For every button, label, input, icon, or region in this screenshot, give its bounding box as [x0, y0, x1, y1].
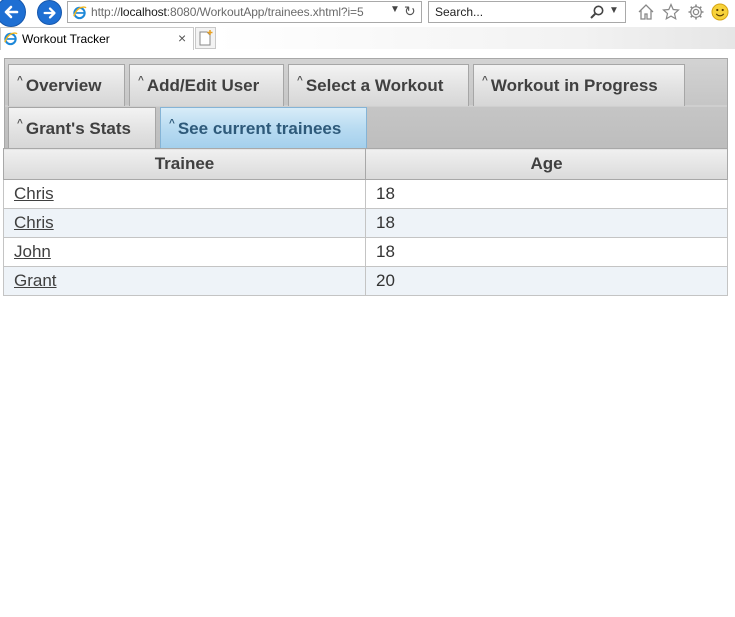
refresh-icon[interactable]: ↻ — [404, 3, 416, 20]
favorites-star-icon[interactable] — [661, 2, 681, 22]
table-row: Chris 18 — [3, 208, 728, 238]
tab-overview[interactable]: ^ Overview — [8, 64, 125, 106]
home-icon[interactable] — [636, 2, 656, 22]
browser-tab-title: Workout Tracker — [22, 32, 110, 46]
url-prefix: http:// — [91, 5, 121, 19]
dropdown-icon[interactable]: ▼ — [390, 4, 400, 15]
table-row: Grant 20 — [3, 266, 728, 296]
trainee-link[interactable]: Chris — [14, 184, 54, 203]
trainee-cell: Chris — [3, 208, 366, 238]
tab-grants-stats[interactable]: ^ Grant's Stats — [8, 107, 156, 149]
search-box[interactable]: Search... ▼ — [428, 1, 626, 23]
search-dropdown-icon[interactable]: ▼ — [609, 5, 619, 16]
settings-gear-icon[interactable] — [686, 2, 706, 22]
browser-toolbar: http://localhost:8080/WorkoutApp/trainee… — [0, 0, 735, 27]
new-tab-icon — [199, 30, 213, 46]
tab-label: See current trainees — [177, 118, 342, 138]
caret-icon: ^ — [138, 75, 144, 86]
smiley-feedback-icon[interactable] — [710, 2, 730, 22]
forward-arrow-icon — [43, 6, 56, 19]
back-arrow-icon — [4, 5, 19, 19]
caret-icon: ^ — [169, 118, 175, 129]
close-icon[interactable]: × — [178, 30, 186, 46]
tab-workout-in-progress[interactable]: ^ Workout in Progress — [473, 64, 685, 106]
search-icon[interactable] — [589, 4, 605, 20]
age-cell: 20 — [365, 266, 728, 296]
browser-tab[interactable]: Workout Tracker × — [0, 27, 194, 50]
tab-select-workout[interactable]: ^ Select a Workout — [288, 64, 469, 106]
trainee-cell: Chris — [3, 179, 366, 209]
age-cell: 18 — [365, 179, 728, 209]
table-header-row: Trainee Age — [3, 148, 728, 180]
trainee-cell: John — [3, 237, 366, 267]
caret-icon: ^ — [482, 75, 488, 86]
url-text[interactable]: http://localhost:8080/WorkoutApp/trainee… — [91, 5, 364, 19]
tab-label: Select a Workout — [305, 75, 444, 95]
search-placeholder: Search... — [435, 5, 484, 19]
forward-button[interactable] — [37, 0, 62, 25]
caret-icon: ^ — [297, 75, 303, 86]
tab-label: Add/Edit User — [146, 75, 260, 95]
age-cell: 18 — [365, 237, 728, 267]
column-header-trainee[interactable]: Trainee — [3, 148, 366, 180]
tab-add-edit-user[interactable]: ^ Add/Edit User — [129, 64, 284, 106]
tab-see-current-trainees[interactable]: ^ See current trainees — [160, 107, 367, 149]
tabstrip-background — [216, 27, 735, 49]
new-tab-button[interactable] — [195, 27, 216, 49]
tab-label: Grant's Stats — [25, 118, 131, 138]
ie-logo-icon — [73, 6, 87, 20]
age-cell: 18 — [365, 208, 728, 238]
ie-logo-icon — [4, 32, 18, 46]
tab-label: Overview — [25, 75, 102, 95]
caret-icon: ^ — [17, 75, 23, 86]
table-row: Chris 18 — [3, 179, 728, 209]
trainee-link[interactable]: Grant — [14, 271, 57, 290]
trainee-link[interactable]: John — [14, 242, 51, 261]
trainees-table: Trainee Age Chris 18 Chris 18 John 18 Gr… — [3, 148, 728, 296]
table-row: John 18 — [3, 237, 728, 267]
caret-icon: ^ — [17, 118, 23, 129]
back-button[interactable] — [0, 0, 26, 27]
address-bar[interactable]: http://localhost:8080/WorkoutApp/trainee… — [67, 1, 422, 23]
url-rest: :8080/WorkoutApp/trainees.xhtml?i=5 — [166, 5, 364, 19]
url-host: localhost — [120, 5, 167, 19]
tab-label: Workout in Progress — [490, 75, 658, 95]
trainee-link[interactable]: Chris — [14, 213, 54, 232]
column-header-age[interactable]: Age — [365, 148, 728, 180]
trainee-cell: Grant — [3, 266, 366, 296]
app-tabview: ^ Overview ^ Add/Edit User ^ Select a Wo… — [4, 58, 728, 149]
